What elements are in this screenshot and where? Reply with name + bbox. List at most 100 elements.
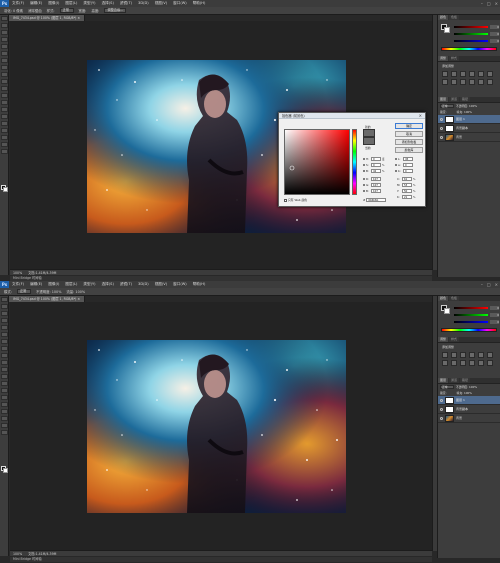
menu-image[interactable]: 图像(I) [45,0,62,7]
eraser-tool-icon[interactable] [1,367,8,372]
invert-icon[interactable] [487,79,493,85]
hand-tool-icon[interactable] [1,423,8,428]
add-to-swatches-button[interactable]: 添加到色板 [395,139,423,145]
blue-field[interactable]: B: 107 [363,189,381,193]
fill-control[interactable]: 填充: 100% [457,391,472,395]
cyan-field[interactable]: C: 61 % [397,177,415,181]
ok-button[interactable]: 确定 [395,123,423,129]
green-slider[interactable] [454,314,488,316]
shape-tool-icon[interactable] [1,135,8,140]
exposure-icon[interactable] [469,71,475,77]
menu-3d[interactable]: 3D(D) [135,281,152,288]
saturation-brightness-field[interactable] [284,129,350,195]
visibility-eye-icon[interactable] [440,398,443,402]
color-balance-icon[interactable] [442,79,448,85]
levels-icon[interactable] [451,352,457,358]
move-tool-icon[interactable] [1,16,8,21]
menu-select[interactable]: 选择(S) [99,281,117,288]
green-value[interactable]: 0 [490,313,499,317]
path-select-tool-icon[interactable] [1,409,8,414]
dialog-title-bar[interactable]: 拾色器 (前景色) × [279,113,425,119]
refine-edge-button[interactable]: 调整边缘... [104,8,127,13]
menu-help[interactable]: 帮助(H) [190,281,209,288]
gradient-tool-icon[interactable] [1,374,8,379]
background-color-chip[interactable] [444,27,450,33]
background-color-swatch[interactable] [3,187,8,192]
blue-slider[interactable] [454,321,488,323]
blue-slider[interactable] [454,40,488,42]
clone-stamp-tool-icon[interactable] [1,72,8,77]
move-tool-icon[interactable] [1,297,8,302]
brightness-icon[interactable] [442,71,448,77]
menu-type[interactable]: 类型(Y) [80,0,98,7]
close-icon[interactable]: × [495,281,498,288]
opacity-control[interactable]: 不透明度: 100% [456,385,477,389]
levels-icon[interactable] [451,71,457,77]
field-radio[interactable] [363,164,365,166]
green-field[interactable]: G: 107 [363,183,381,187]
color-balance-icon[interactable] [442,360,448,366]
field-value[interactable]: 61 [402,177,412,181]
menu-filter[interactable]: 滤镜(T) [117,0,135,7]
minimize-icon[interactable]: – [481,0,483,7]
invert-icon[interactable] [487,360,493,366]
color-lookup-icon[interactable] [478,360,484,366]
field-value[interactable]: 0 [371,157,381,161]
lasso-tool-icon[interactable] [1,30,8,35]
layer-row[interactable]: 图层 1 [438,396,500,405]
hex-field[interactable]: # 6b6b6b [363,198,387,202]
opacity-option[interactable]: 不透明度: 100% [36,289,61,294]
fill-control[interactable]: 填充: 100% [457,110,472,114]
quick-select-tool-icon[interactable] [1,37,8,42]
zoom-level[interactable]: 100% [13,552,22,556]
field-radio[interactable] [395,158,397,160]
field-radio[interactable] [395,170,397,172]
field-radio[interactable] [363,158,365,160]
blur-tool-icon[interactable] [1,100,8,105]
dodge-tool-icon[interactable] [1,388,8,393]
crop-tool-icon[interactable] [1,325,8,330]
field-radio[interactable] [363,178,365,180]
menu-file[interactable]: 文件(F) [9,281,27,288]
menu-3d[interactable]: 3D(D) [135,0,152,7]
field-value[interactable]: 0 [371,163,381,167]
healing-tool-icon[interactable] [1,58,8,63]
hue-saturation-icon[interactable] [487,71,493,77]
antialias-checkbox[interactable]: 消除锯齿 [28,8,42,13]
layer-row[interactable]: 背景副本 [438,124,500,133]
visibility-eye-icon[interactable] [440,135,443,139]
marquee-tool-icon[interactable] [1,304,8,309]
curves-icon[interactable] [460,71,466,77]
color-lookup-icon[interactable] [478,79,484,85]
field-value[interactable]: 42 [371,169,381,173]
menu-edit[interactable]: 编辑(E) [27,281,45,288]
dodge-tool-icon[interactable] [1,107,8,112]
layer-row[interactable]: 背景 [438,414,500,423]
path-select-tool-icon[interactable] [1,128,8,133]
current-color-preview[interactable] [363,137,375,145]
opacity-control[interactable]: 不透明度: 100% [456,104,477,108]
red-slider[interactable] [454,26,488,28]
menu-layer[interactable]: 图层(L) [62,281,80,288]
cancel-button[interactable]: 取消 [395,131,423,137]
type-tool-icon[interactable] [1,121,8,126]
channel-mixer-icon[interactable] [469,360,475,366]
history-brush-tool-icon[interactable] [1,79,8,84]
field-value[interactable]: 107 [371,177,381,181]
zoom-level[interactable]: 100% [13,271,22,275]
photo-filter-icon[interactable] [460,79,466,85]
field-value[interactable]: 21 [402,195,412,199]
pen-tool-icon[interactable] [1,114,8,119]
vibrance-icon[interactable] [478,71,484,77]
hue-field[interactable]: H: 0 度 [363,157,385,161]
field-value[interactable]: 50 [402,189,412,193]
maximize-icon[interactable]: □ [487,281,491,288]
blend-mode-dropdown[interactable]: 正常 [440,385,454,389]
red-value[interactable]: 0 [490,25,499,29]
black-white-icon[interactable] [451,360,457,366]
document-artwork[interactable] [87,340,346,513]
clone-stamp-tool-icon[interactable] [1,353,8,358]
lab-b-field[interactable]: b: 0 [395,169,413,173]
style-dropdown[interactable]: 正常 [59,8,74,13]
color-spectrum-ramp[interactable] [441,47,497,51]
